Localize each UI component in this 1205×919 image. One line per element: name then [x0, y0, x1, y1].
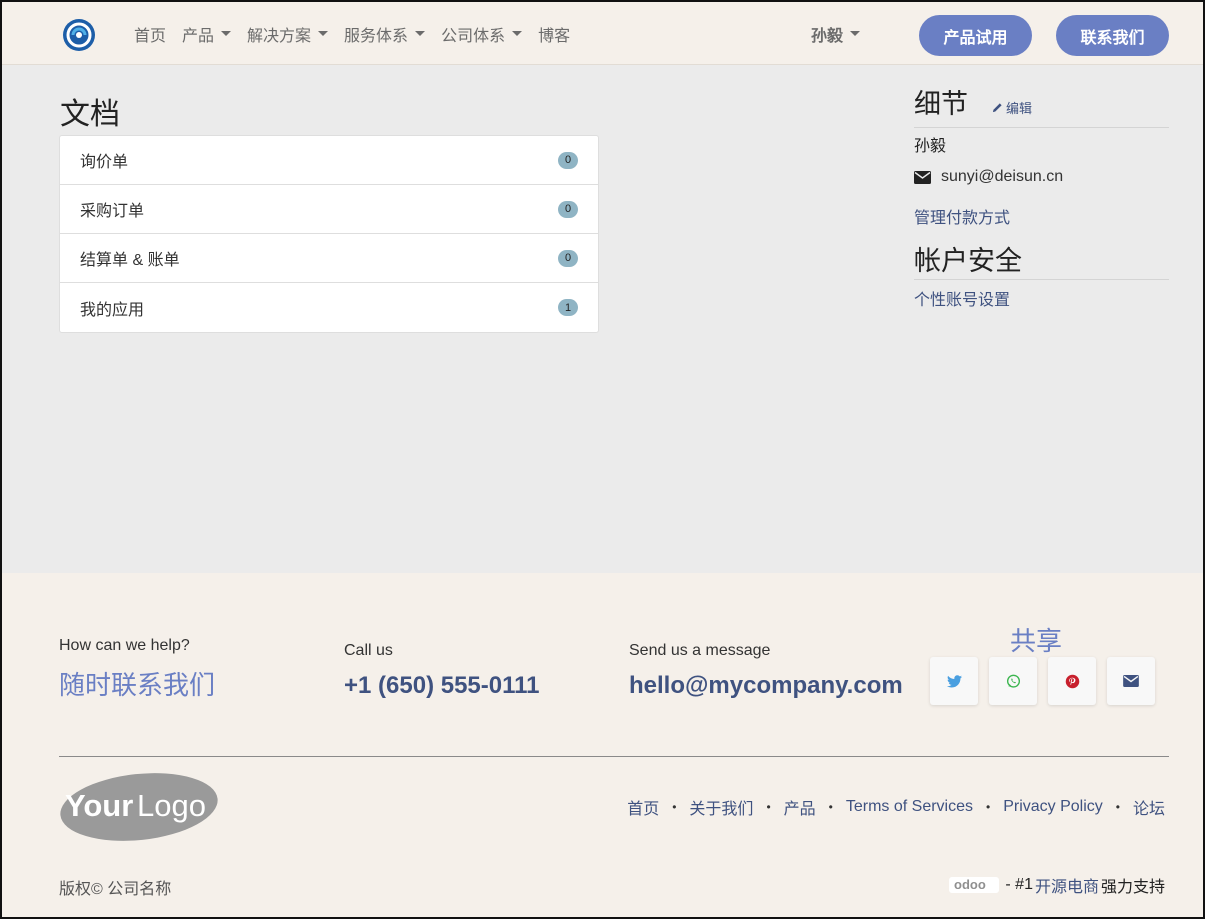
list-item-invoices[interactable]: 结算单 & 账单 0 — [60, 234, 598, 283]
share-title: 共享 — [1010, 627, 1063, 657]
security-title: 帐户安全 — [914, 246, 1022, 277]
contact-us-button[interactable]: 联系我们 — [1056, 15, 1169, 56]
separator-dot: • — [766, 800, 771, 814]
list-item-label: 询价单 — [80, 154, 129, 171]
footer-link-about[interactable]: 关于我们 — [689, 795, 753, 819]
footer-link-terms[interactable]: Terms of Services — [846, 798, 973, 816]
page-frame: 首页 产品 解决方案 服务体系 公司体系 博客 孙毅 产品试用 联系我们 文档 … — [0, 0, 1205, 919]
list-item-purchase-orders[interactable]: 采购订单 0 — [60, 185, 598, 234]
share-email-button[interactable] — [1107, 657, 1155, 705]
ecommerce-link[interactable]: 开源电商 — [1035, 873, 1099, 897]
powered-by: odoo - #1 开源电商 强力支持 — [949, 873, 1165, 897]
details-heading-row: 细节 编辑 — [914, 82, 1169, 128]
detail-name: 孙毅 — [914, 138, 947, 155]
whatsapp-icon — [1006, 674, 1020, 688]
pencil-icon — [992, 103, 1002, 113]
list-item-label: 我的应用 — [80, 301, 145, 319]
documents-title: 文档 — [60, 97, 120, 132]
count-badge: 1 — [558, 299, 578, 316]
logo-text-your: Your — [65, 788, 133, 823]
envelope-icon — [914, 170, 931, 184]
copyright-text: 版权© 公司名称 — [59, 881, 172, 898]
message-small-text: Send us a message — [629, 642, 771, 659]
pinterest-icon — [1065, 674, 1079, 688]
chevron-down-icon — [221, 31, 232, 36]
top-navbar: 首页 产品 解决方案 服务体系 公司体系 博客 孙毅 产品试用 联系我们 — [2, 2, 1203, 65]
chevron-down-icon — [415, 31, 426, 36]
user-menu[interactable]: 孙毅 — [811, 2, 861, 65]
help-big-text: 随时联系我们 — [59, 671, 216, 701]
share-buttons — [930, 657, 1166, 705]
footer-links: 首页 • 关于我们 • 产品 • Terms of Services • Pri… — [627, 795, 1165, 819]
count-badge: 0 — [558, 249, 578, 267]
footer-link-products[interactable]: 产品 — [784, 795, 816, 819]
edit-link[interactable]: 编辑 — [992, 98, 1032, 117]
footer-link-home[interactable]: 首页 — [627, 795, 659, 819]
share-whatsapp-button[interactable] — [989, 657, 1037, 705]
detail-email: sunyi@deisun.cn — [941, 168, 1064, 185]
help-small-text: How can we help? — [59, 637, 190, 654]
chevron-down-icon — [512, 31, 523, 36]
email-link[interactable]: hello@mycompany.com — [629, 672, 903, 700]
footer-call-col: Call us +1 (650) 555-0111 — [344, 642, 540, 700]
nav-item-company[interactable]: 公司体系 — [441, 22, 523, 46]
nav-item-services[interactable]: 服务体系 — [344, 22, 426, 46]
list-item-quotations[interactable]: 询价单 0 — [60, 136, 598, 185]
chevron-down-icon — [850, 31, 861, 36]
powered-suffix: 强力支持 — [1100, 879, 1165, 896]
count-badge: 0 — [558, 200, 578, 218]
list-item-label: 结算单 & 账单 — [80, 252, 180, 269]
user-name: 孙毅 — [811, 27, 844, 45]
nav-item-blog[interactable]: 博客 — [538, 22, 570, 46]
logo-text-logo: Logo — [137, 788, 206, 823]
phone-link[interactable]: +1 (650) 555-0111 — [344, 672, 540, 700]
powered-prefix: - #1 — [1005, 876, 1033, 893]
share-twitter-button[interactable] — [930, 657, 978, 705]
nav-item-solutions[interactable]: 解决方案 — [247, 22, 329, 46]
manage-payment-link[interactable]: 管理付款方式 — [914, 204, 1169, 228]
footer-message-col: Send us a message hello@mycompany.com — [629, 642, 903, 700]
details-panel: 细节 编辑 孙毅 sunyi@deisun.cn 管理付款方式 帐户安全 个性账… — [914, 82, 1169, 310]
main-nav: 首页 产品 解决方案 服务体系 公司体系 博客 — [134, 2, 586, 65]
list-item-my-apps[interactable]: 我的应用 1 — [60, 283, 598, 332]
footer-link-forum[interactable]: 论坛 — [1133, 795, 1165, 819]
share-pinterest-button[interactable] — [1048, 657, 1096, 705]
footer-link-privacy[interactable]: Privacy Policy — [1003, 798, 1103, 816]
odoo-logo[interactable]: odoo — [949, 877, 1000, 893]
footer: How can we help? 随时联系我们 Call us +1 (650)… — [2, 573, 1203, 917]
separator-dot: • — [828, 800, 833, 814]
odoo-logo-icon: odoo — [954, 878, 986, 892]
separator-dot: • — [986, 800, 991, 814]
separator-dot: • — [1115, 800, 1120, 814]
account-settings-link[interactable]: 个性账号设置 — [914, 286, 1169, 310]
detail-email-row: sunyi@deisun.cn — [914, 168, 1169, 186]
list-item-label: 采购订单 — [80, 203, 145, 220]
count-badge: 0 — [558, 151, 578, 169]
product-trial-button[interactable]: 产品试用 — [919, 15, 1032, 56]
chevron-down-icon — [318, 31, 329, 36]
nav-item-home[interactable]: 首页 — [134, 22, 166, 46]
odoo-logo-text: odoo — [954, 878, 986, 892]
envelope-icon — [1123, 675, 1139, 687]
twitter-icon — [946, 674, 962, 687]
company-logo-icon[interactable] — [62, 18, 96, 52]
footer-help-col: How can we help? 随时联系我们 — [59, 637, 215, 702]
details-title: 细节 — [914, 89, 968, 120]
separator-dot: • — [672, 800, 677, 814]
nav-item-products[interactable]: 产品 — [182, 22, 232, 46]
documents-list: 询价单 0 采购订单 0 结算单 & 账单 0 我的应用 1 — [59, 135, 599, 333]
footer-divider — [59, 756, 1169, 757]
call-small-text: Call us — [344, 642, 393, 659]
your-logo-image[interactable]: Your Logo — [59, 772, 219, 842]
security-heading-row: 帐户安全 — [914, 238, 1169, 280]
